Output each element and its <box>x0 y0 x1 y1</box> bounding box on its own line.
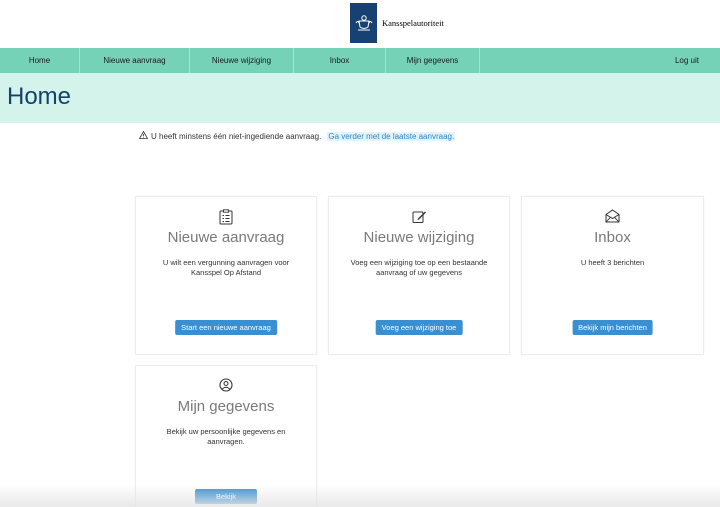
envelope-icon <box>522 209 703 223</box>
logo[interactable]: Kansspelautoriteit <box>350 3 444 43</box>
start-new-application-button[interactable]: Start een nieuwe aanvraag <box>175 320 277 335</box>
user-icon <box>136 378 316 392</box>
card-description: Voeg een wijziging toe op een bestaande … <box>350 258 488 277</box>
unsubmitted-notice: U heeft minstens één niet-ingediende aan… <box>138 130 456 141</box>
card-title: Nieuwe wijziging <box>363 229 475 246</box>
view-messages-button[interactable]: Bekijk mijn berichten <box>572 320 653 335</box>
card-title: Mijn gegevens <box>177 398 275 415</box>
header: Kansspelautoriteit <box>0 0 720 48</box>
nav-item-mijn-gegevens[interactable]: Mijn gegevens <box>386 48 480 73</box>
add-change-button[interactable]: Voeg een wijziging toe <box>375 320 463 335</box>
bottom-fade <box>0 485 720 507</box>
card-nieuwe-aanvraag: Nieuwe aanvraag U wilt een vergunning aa… <box>135 196 317 355</box>
coat-of-arms-icon <box>350 3 377 43</box>
notice-text: U heeft minstens één niet-ingediende aan… <box>151 131 322 141</box>
card-description: U wilt een vergunning aanvragen voor Kan… <box>162 258 290 277</box>
nav-item-nieuwe-aanvraag[interactable]: Nieuwe aanvraag <box>80 48 190 73</box>
page-banner: Home <box>0 73 720 123</box>
nav-item-nieuwe-wijziging[interactable]: Nieuwe wijziging <box>190 48 294 73</box>
checklist-icon <box>136 209 316 225</box>
card-nieuwe-wijziging: Nieuwe wijziging Voeg een wijziging toe … <box>328 196 510 355</box>
logout-link[interactable]: Log uit <box>675 48 720 73</box>
card-title: Inbox <box>594 229 631 246</box>
nav-item-inbox[interactable]: Inbox <box>294 48 386 73</box>
card-mijn-gegevens: Mijn gegevens Bekijk uw persoonlijke geg… <box>135 365 317 507</box>
logo-text: Kansspelautoriteit <box>382 18 444 28</box>
card-title: Nieuwe aanvraag <box>167 229 285 246</box>
card-description: U heeft 3 berichten <box>580 258 645 267</box>
nav-item-home[interactable]: Home <box>0 48 80 73</box>
card-inbox: Inbox U heeft 3 berichten Bekijk mijn be… <box>521 196 704 355</box>
warning-icon <box>138 130 149 141</box>
view-details-button[interactable]: Bekijk <box>194 489 258 504</box>
edit-icon <box>329 209 509 224</box>
continue-application-link[interactable]: Ga verder met de laatste aanvraag. <box>327 131 456 141</box>
card-description: Bekijk uw persoonlijke gegevens en aanvr… <box>166 427 286 446</box>
main-nav: Home Nieuwe aanvraag Nieuwe wijziging In… <box>0 48 720 73</box>
page-title: Home <box>7 83 72 110</box>
